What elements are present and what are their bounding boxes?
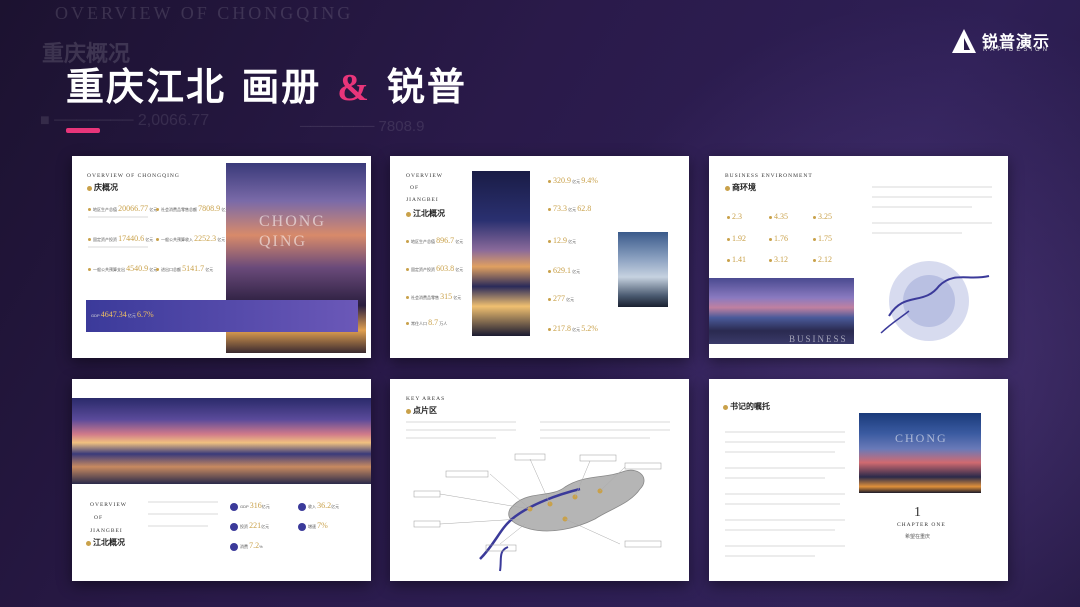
brochure-page-2[interactable]: OVERVIEW OF JIANGBEI 江北概况 地区生产总值 896.7 亿元 … xyxy=(390,156,689,358)
panorama-photo xyxy=(72,398,371,484)
page-heading-cn: 书记的嘱托 xyxy=(723,401,770,412)
background-ghost-heading: OVERVIEW OF CHONGQING xyxy=(55,3,354,23)
gold-dot-icon xyxy=(723,404,728,410)
chongqing-skyline-photo xyxy=(859,413,981,493)
photo-overlay-text: BUSINESS xyxy=(789,334,848,344)
stat-item: 常住人口 8.7 万人 xyxy=(406,318,447,327)
page-title: 重庆江北 画册 & 锐普 xyxy=(66,56,467,111)
stat-item: 固定资产投资 603.8 亿元 xyxy=(406,264,463,273)
stat-item: 73.3 亿元 62.8 xyxy=(548,204,591,213)
page-heading-en: OVERVIEW OF JIANGBEI xyxy=(406,173,443,203)
background-ghost-stat: ■ ─────── 2,0066.77 xyxy=(40,112,210,129)
page-heading-cn: 商环境 xyxy=(725,182,756,193)
stat-item: 投资 221亿元 xyxy=(230,521,269,531)
stat-item: 进出口总额 5141.7 亿元 xyxy=(156,264,213,273)
page-heading-en: OVERVIEW OF JIANGBEI xyxy=(90,502,127,534)
page-heading-cn: 庆概况 xyxy=(87,182,118,193)
logo-mark-icon xyxy=(952,29,976,53)
stat-item: 629.1 亿元 xyxy=(548,266,580,275)
stat-banner: GDP 4647.34 亿元 6.7% xyxy=(86,300,358,332)
stat-item: 1.41 xyxy=(727,255,746,264)
banner-stat: GDP 4647.34 亿元 6.7% xyxy=(91,310,154,319)
stat-item: 1.92 xyxy=(727,234,746,243)
stat-item: 地区生产总值 896.7 亿元 xyxy=(406,236,463,245)
brochure-page-3[interactable]: BUSINESS ENVIRONMENT 商环境 2.3 4.35 3.25 1… xyxy=(709,156,1008,358)
stat-item: 1.75 xyxy=(813,234,832,243)
stat-item: 12.9 亿元 xyxy=(548,236,576,245)
stat-item: 2.12 xyxy=(813,255,832,264)
stat-item: 3.25 xyxy=(813,212,832,221)
page-heading-en: KEY AREAS xyxy=(406,396,446,402)
stat-item: 3.12 xyxy=(769,255,788,264)
stat-item: 固定资产投资 17440.6 亿元 xyxy=(88,234,153,243)
stat-item: GDP 316亿元 xyxy=(230,501,270,511)
gold-dot-icon xyxy=(87,185,92,191)
brand-logo: 锐普演示 RAPIDESIGN xyxy=(951,28,1061,54)
stat-item: 2.3 xyxy=(727,212,742,221)
page-heading-cn: 点片区 xyxy=(406,405,437,416)
photo-overlay-text: CHONG QING xyxy=(259,213,326,250)
title-left: 重庆江北 画册 xyxy=(66,65,322,109)
stat-item: 277 亿元 xyxy=(548,294,574,303)
title-accent-bar xyxy=(66,128,100,133)
night-city-photo xyxy=(472,171,530,336)
stat-item: 1.76 xyxy=(769,234,788,243)
page-heading-cn: 江北概况 xyxy=(86,537,125,548)
title-ampersand: & xyxy=(337,67,371,109)
brochure-page-4[interactable]: OVERVIEW OF JIANGBEI 江北概况 GDP 316亿元 投资 221… xyxy=(72,379,371,581)
page-heading-en: OVERVIEW OF CHONGQING xyxy=(87,173,180,179)
logo-subtext: RAPIDESIGN xyxy=(983,47,1051,53)
stat-item: 320.9 亿元 9.4% xyxy=(548,176,598,185)
stat-item: 一般公共预算收入 2252.3 亿元 xyxy=(156,234,225,243)
gold-dot-icon xyxy=(406,211,411,217)
gold-dot-icon xyxy=(725,185,730,191)
stat-item: 4.35 xyxy=(769,212,788,221)
page-heading-cn: 江北概况 xyxy=(406,208,445,219)
stat-item: 社会消费品零售 315 亿元 xyxy=(406,292,461,301)
page-heading-en: BUSINESS ENVIRONMENT xyxy=(725,173,813,179)
brochure-page-6[interactable]: 书记的嘱托 CHONG 1 CHAPTER ONE 希望在重庆 xyxy=(709,379,1008,581)
district-map xyxy=(880,261,990,341)
stat-item: 社会消费品零售总额 7808.9 亿元 xyxy=(156,204,229,213)
photo-overlay-text: CHONG xyxy=(895,431,948,445)
brochure-page-1[interactable]: OVERVIEW OF CHONGQING 庆概况 地区生产总值 20066.7… xyxy=(72,156,371,358)
gold-dot-icon xyxy=(86,540,91,546)
stat-item: 收入 36.2亿元 xyxy=(298,501,339,511)
key-areas-map xyxy=(413,453,662,572)
skyscraper-photo xyxy=(618,232,668,307)
chapter-label-cn: 希望在重庆 xyxy=(905,534,931,540)
title-right: 锐普 xyxy=(386,65,467,109)
chapter-number: 1 xyxy=(914,505,921,520)
stat-item: 消费 7.2% xyxy=(230,541,263,551)
gold-dot-icon xyxy=(406,408,411,414)
stat-item: 增速 7% xyxy=(298,521,328,531)
chapter-label-en: CHAPTER ONE xyxy=(897,522,946,528)
stat-item: 地区生产总值 20066.77 亿元 xyxy=(88,204,157,213)
stat-item: 一般公共预算支出 4540.9 亿元 xyxy=(88,264,157,273)
brochure-page-5[interactable]: KEY AREAS 点片区 xyxy=(390,379,689,581)
stat-item: 217.8 亿元 5.2% xyxy=(548,324,598,333)
background-ghost-stat-2: ─────── 7808.9 xyxy=(300,118,425,135)
